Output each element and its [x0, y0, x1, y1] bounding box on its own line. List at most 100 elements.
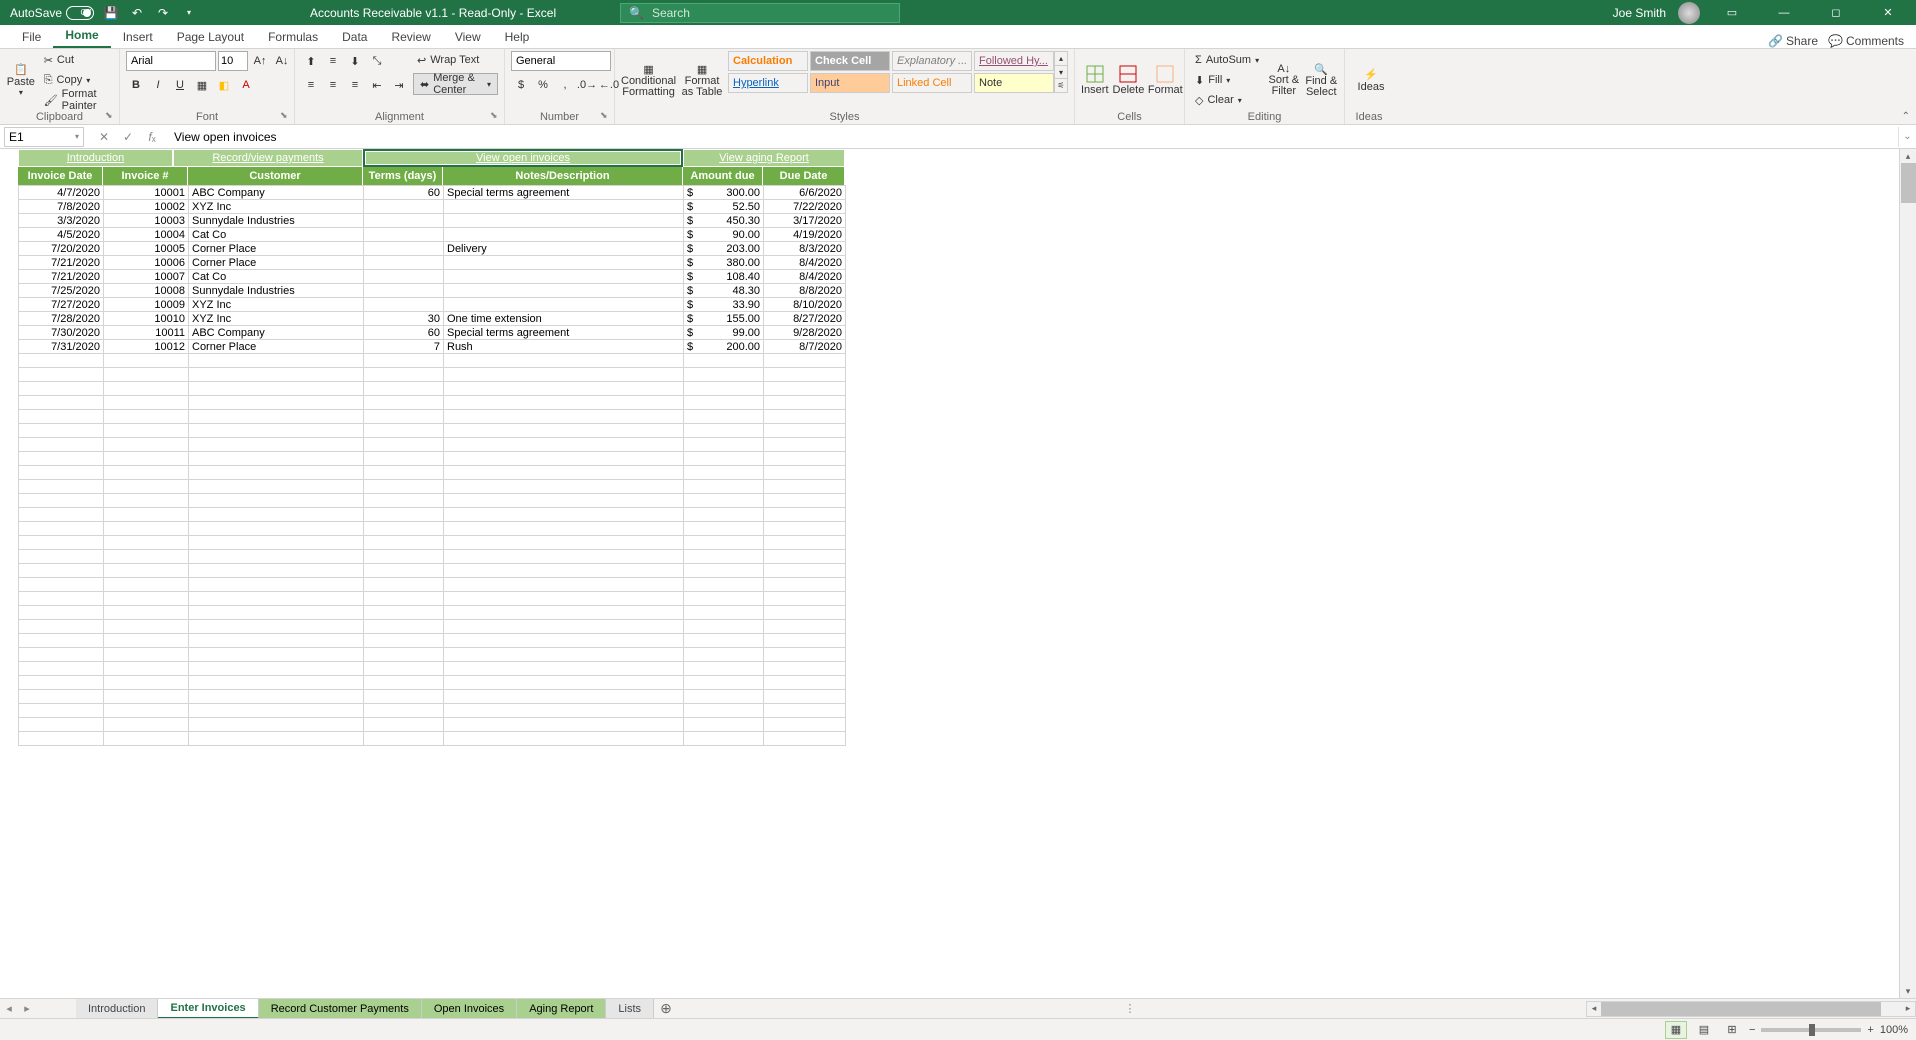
cell-notes[interactable]: Special terms agreement: [444, 186, 684, 200]
cell-terms[interactable]: [364, 214, 444, 228]
cell-terms[interactable]: [364, 256, 444, 270]
cell-invoice-num[interactable]: 10005: [104, 242, 189, 256]
cell-customer[interactable]: Corner Place: [189, 340, 364, 354]
cell-customer[interactable]: Cat Co: [189, 270, 364, 284]
page-layout-view-icon[interactable]: ▤: [1693, 1021, 1715, 1039]
cell-amount[interactable]: $203.00: [684, 242, 764, 256]
table-row-empty[interactable]: [19, 676, 846, 690]
tab-next-icon[interactable]: ▸: [18, 1000, 36, 1018]
table-row-empty[interactable]: [19, 382, 846, 396]
cell-invoice-num[interactable]: 10007: [104, 270, 189, 284]
sheet-tab-aging-report[interactable]: Aging Report: [517, 999, 606, 1019]
cell-notes[interactable]: [444, 214, 684, 228]
table-row[interactable]: 4/7/202010001ABC Company60Special terms …: [19, 186, 846, 200]
table-row-empty[interactable]: [19, 508, 846, 522]
expand-formula-bar-icon[interactable]: ⌄: [1898, 127, 1916, 147]
enter-formula-icon[interactable]: ✓: [116, 127, 140, 147]
increase-font-icon[interactable]: A↑: [250, 51, 270, 71]
cell-terms[interactable]: 60: [364, 186, 444, 200]
style-note[interactable]: Note: [974, 73, 1054, 93]
cell-terms[interactable]: [364, 270, 444, 284]
style-explanatory[interactable]: Explanatory ...: [892, 51, 972, 71]
table-row-empty[interactable]: [19, 620, 846, 634]
table-row-empty[interactable]: [19, 368, 846, 382]
table-row-empty[interactable]: [19, 592, 846, 606]
cell-due-date[interactable]: 8/10/2020: [764, 298, 846, 312]
table-row-empty[interactable]: [19, 690, 846, 704]
sheet-tab-record-customer-payments[interactable]: Record Customer Payments: [259, 999, 422, 1019]
underline-button[interactable]: U: [170, 75, 190, 95]
table-row-empty[interactable]: [19, 634, 846, 648]
alignment-launcher-icon[interactable]: ⬊: [490, 110, 502, 122]
ribbon-tab-page-layout[interactable]: Page Layout: [165, 26, 256, 48]
cell-notes[interactable]: [444, 228, 684, 242]
cell-notes[interactable]: [444, 200, 684, 214]
cell-amount[interactable]: $52.50: [684, 200, 764, 214]
cell-terms[interactable]: 60: [364, 326, 444, 340]
format-painter-button[interactable]: 🖌Format Painter: [40, 91, 113, 109]
cell-invoice-date[interactable]: 7/27/2020: [19, 298, 104, 312]
cell-invoice-num[interactable]: 10002: [104, 200, 189, 214]
table-row[interactable]: 7/25/202010008Sunnydale Industries$48.30…: [19, 284, 846, 298]
share-button[interactable]: 🔗 Share: [1768, 34, 1818, 48]
borders-button[interactable]: ▦: [192, 75, 212, 95]
fill-color-button[interactable]: ◧: [214, 75, 234, 95]
cell-amount[interactable]: $33.90: [684, 298, 764, 312]
cell-invoice-num[interactable]: 10003: [104, 214, 189, 228]
table-row[interactable]: 7/20/202010005Corner PlaceDelivery$203.0…: [19, 242, 846, 256]
cell-notes[interactable]: Special terms agreement: [444, 326, 684, 340]
tab-options-icon[interactable]: ⋮: [1125, 1002, 1136, 1015]
cell-amount[interactable]: $300.00: [684, 186, 764, 200]
insert-cells-button[interactable]: Insert: [1081, 51, 1109, 109]
cell-amount[interactable]: $200.00: [684, 340, 764, 354]
hscroll-right-icon[interactable]: ▸: [1901, 1003, 1915, 1014]
search-box[interactable]: 🔍 Search: [620, 3, 900, 23]
copy-button[interactable]: ⎘Copy▾: [40, 71, 113, 89]
column-header[interactable]: Invoice Date: [18, 167, 103, 185]
zoom-slider[interactable]: [1761, 1028, 1861, 1032]
decrease-font-icon[interactable]: A↓: [272, 51, 292, 71]
invoice-table[interactable]: 4/7/202010001ABC Company60Special terms …: [18, 185, 846, 746]
cell-customer[interactable]: XYZ Inc: [189, 298, 364, 312]
cell-due-date[interactable]: 3/17/2020: [764, 214, 846, 228]
table-row-empty[interactable]: [19, 536, 846, 550]
cell-amount[interactable]: $108.40: [684, 270, 764, 284]
nav-link-introduction[interactable]: Introduction: [18, 149, 173, 167]
cell-notes[interactable]: One time extension: [444, 312, 684, 326]
ribbon-tab-data[interactable]: Data: [330, 26, 379, 48]
insert-function-icon[interactable]: fₓ: [140, 127, 164, 147]
cell-terms[interactable]: [364, 200, 444, 214]
clear-button[interactable]: ◇Clear▾: [1191, 91, 1263, 109]
user-avatar-icon[interactable]: [1678, 2, 1700, 24]
cell-terms[interactable]: 7: [364, 340, 444, 354]
zoom-in-icon[interactable]: +: [1867, 1024, 1873, 1036]
ribbon-tab-home[interactable]: Home: [53, 24, 110, 48]
cell-due-date[interactable]: 8/8/2020: [764, 284, 846, 298]
column-header[interactable]: Terms (days): [363, 167, 443, 185]
cell-terms[interactable]: [364, 242, 444, 256]
maximize-icon[interactable]: ◻: [1816, 0, 1856, 25]
cell-customer[interactable]: Corner Place: [189, 256, 364, 270]
table-row-empty[interactable]: [19, 354, 846, 368]
cell-due-date[interactable]: 7/22/2020: [764, 200, 846, 214]
format-cells-button[interactable]: Format: [1148, 51, 1182, 109]
conditional-formatting-button[interactable]: ▦Conditional Formatting: [621, 51, 676, 109]
cell-terms[interactable]: 30: [364, 312, 444, 326]
font-color-button[interactable]: A: [236, 75, 256, 95]
cell-invoice-date[interactable]: 7/31/2020: [19, 340, 104, 354]
scroll-down-icon[interactable]: ▾: [1900, 984, 1916, 998]
currency-icon[interactable]: $: [511, 75, 531, 95]
cell-notes[interactable]: [444, 270, 684, 284]
font-launcher-icon[interactable]: ⬊: [280, 110, 292, 122]
horizontal-scrollbar[interactable]: ◂ ▸: [1586, 1001, 1916, 1017]
align-top-icon[interactable]: ⬆: [301, 51, 321, 71]
sort-filter-button[interactable]: A↓Sort & Filter: [1267, 51, 1300, 109]
decrease-indent-icon[interactable]: ⇤: [367, 75, 387, 95]
table-row-empty[interactable]: [19, 578, 846, 592]
style-linkedcell[interactable]: Linked Cell: [892, 73, 972, 93]
cell-amount[interactable]: $380.00: [684, 256, 764, 270]
cell-customer[interactable]: XYZ Inc: [189, 312, 364, 326]
table-row-empty[interactable]: [19, 732, 846, 746]
cell-invoice-date[interactable]: 7/8/2020: [19, 200, 104, 214]
table-row-empty[interactable]: [19, 452, 846, 466]
